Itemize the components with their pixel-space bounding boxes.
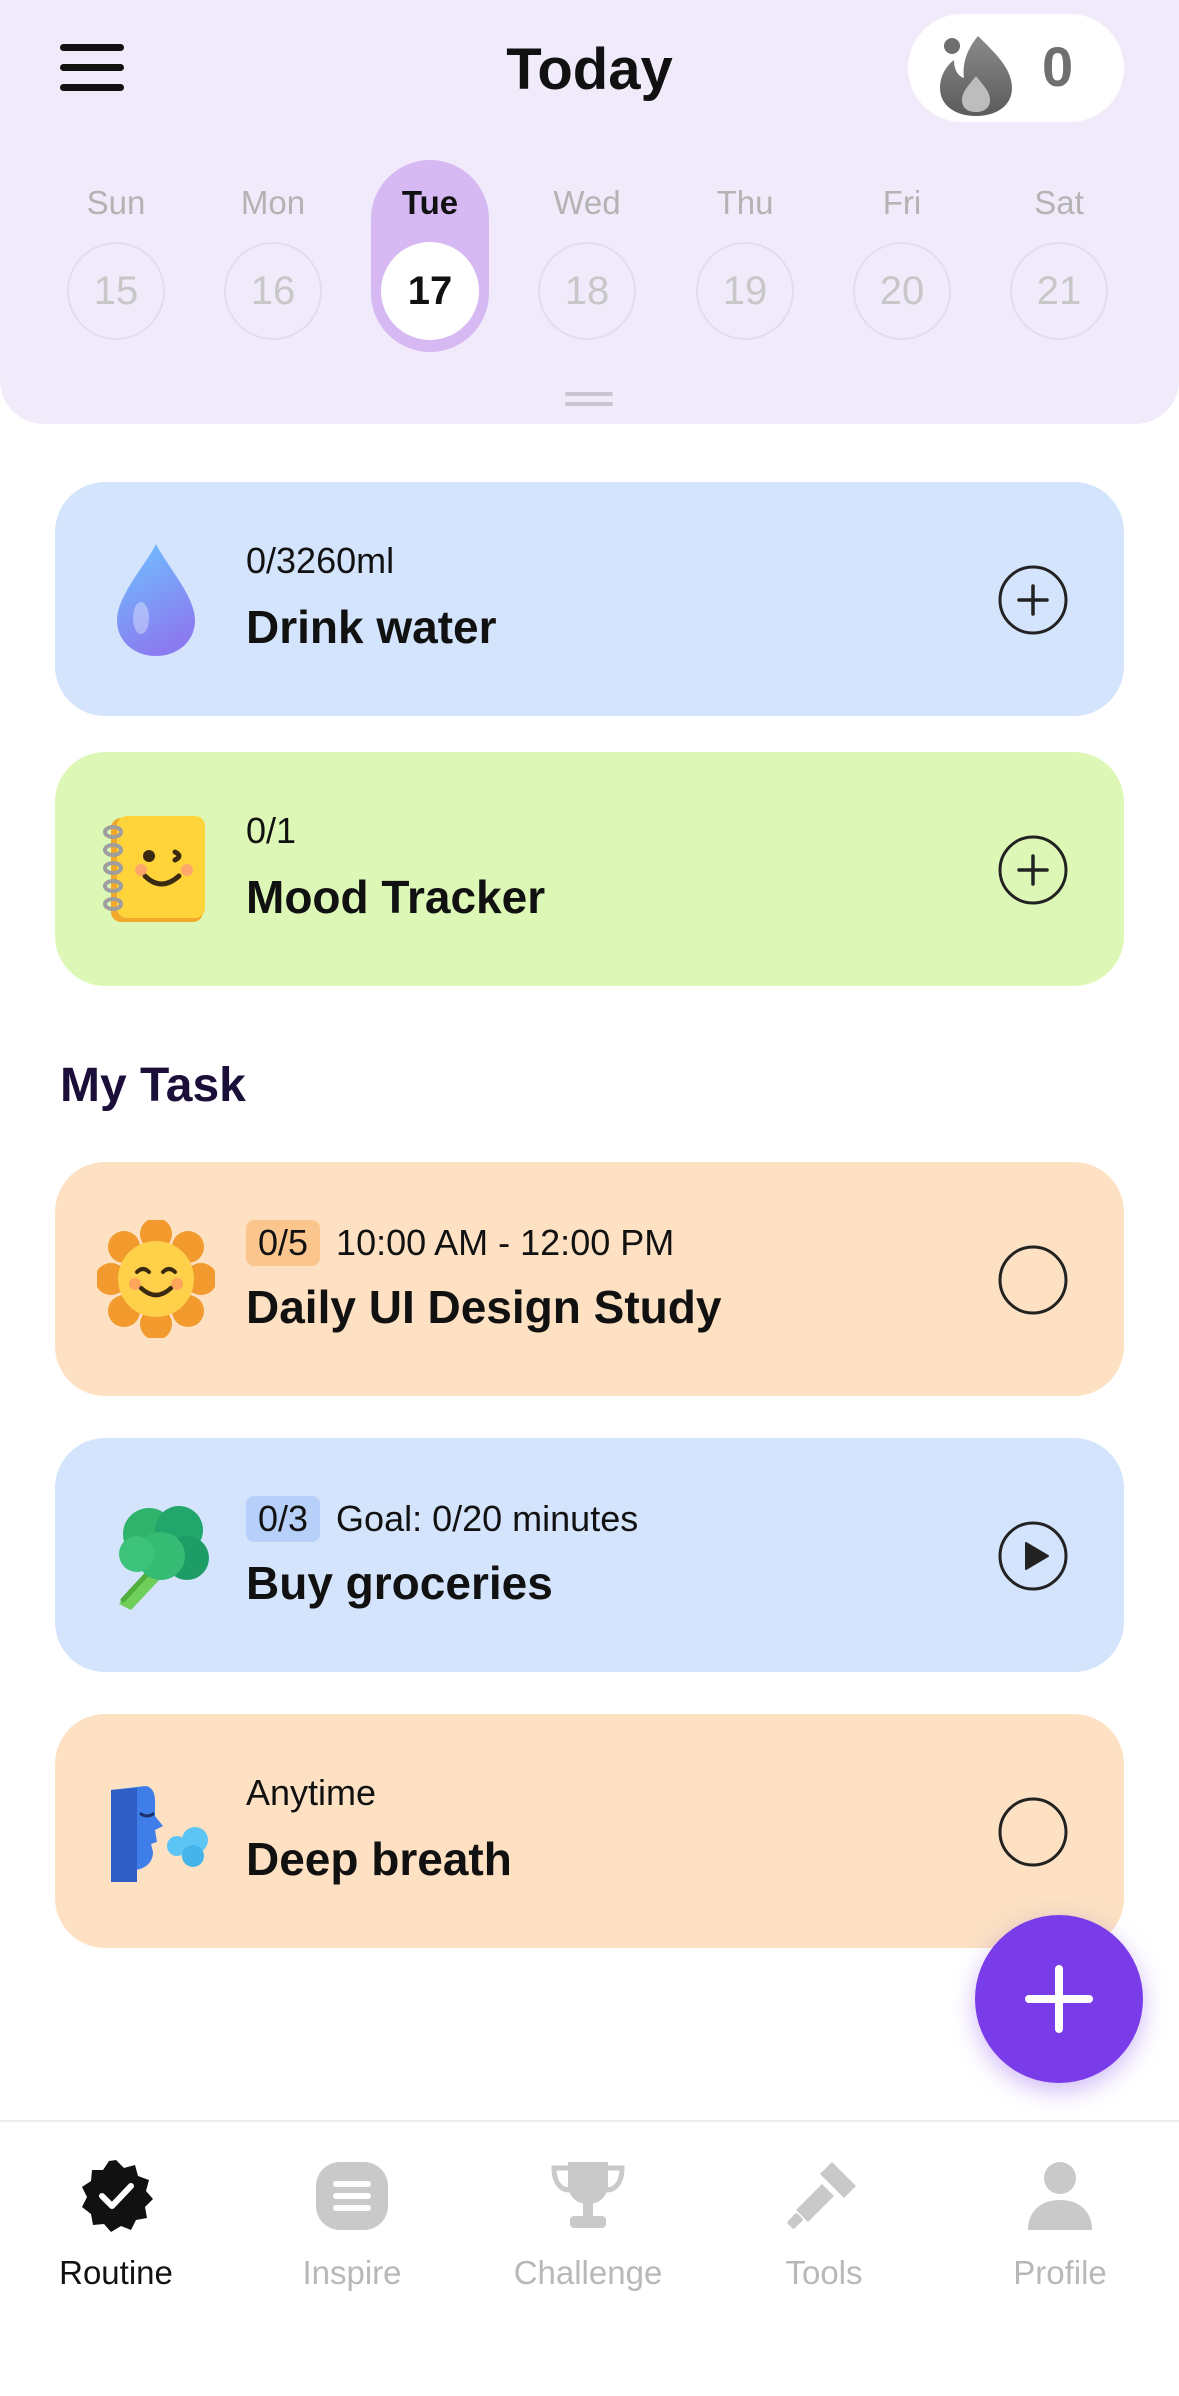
day-date: 17 (381, 242, 479, 340)
day-sun[interactable]: Sun 15 (56, 160, 176, 360)
habit-progress-text: 0/1 (246, 810, 297, 851)
day-date: 18 (538, 242, 636, 340)
checkbox-circle-icon[interactable] (997, 1796, 1069, 1868)
task-progress-badge: 0/5 (246, 1220, 321, 1266)
add-task-button[interactable] (975, 1915, 1143, 2083)
nav-label: Routine (59, 2254, 173, 2291)
task-card-daily-ui[interactable]: 0/5 10:00 AM - 12:00 PM Daily UI Design … (55, 1162, 1124, 1396)
habit-name: Drink water (246, 601, 497, 653)
nav-label: Profile (1013, 2254, 1107, 2291)
checkbox-circle-icon[interactable] (997, 1244, 1069, 1316)
check-badge-icon (82, 2160, 153, 2232)
habit-name: Mood Tracker (246, 871, 546, 923)
person-icon (1028, 2162, 1092, 2230)
add-circle-icon[interactable] (997, 834, 1069, 906)
task-meta: Anytime (246, 1772, 376, 1814)
day-mon[interactable]: Mon 16 (213, 160, 333, 360)
day-thu[interactable]: Thu 19 (685, 160, 805, 360)
notebook-emoji-icon (103, 816, 205, 922)
nav-item-routine[interactable]: Routine (16, 2158, 216, 2291)
task-name: Buy groceries (246, 1557, 553, 1609)
habit-progress-text: 0/3260ml (246, 540, 395, 581)
day-name: Mon (240, 184, 306, 221)
section-title-my-task: My Task (60, 1059, 246, 1112)
day-date: 21 (1010, 242, 1108, 340)
task-name: Deep breath (246, 1833, 512, 1885)
nav-item-tools[interactable]: Tools (724, 2158, 924, 2291)
day-date: 16 (224, 242, 322, 340)
nav-label: Inspire (302, 2254, 402, 2291)
habit-card-mood-tracker[interactable]: 0/1 Mood Tracker (55, 752, 1124, 986)
habit-progress: 0/3260ml (246, 540, 394, 582)
nav-item-inspire[interactable]: Inspire (252, 2158, 452, 2291)
task-detail: 10:00 AM - 12:00 PM (336, 1222, 675, 1263)
day-wed[interactable]: Wed 18 (527, 160, 647, 360)
habit-progress: 0/1 (246, 810, 296, 852)
day-name: Fri (882, 184, 922, 221)
add-circle-icon[interactable] (997, 564, 1069, 636)
day-tue-selected[interactable]: Tue 17 (370, 160, 490, 360)
day-name: Wed (553, 184, 621, 221)
task-meta: 0/5 10:00 AM - 12:00 PM (246, 1220, 674, 1266)
inspire-icon (316, 2162, 388, 2230)
water-drop-icon (117, 544, 195, 656)
day-name: Sat (1034, 184, 1084, 221)
tools-icon (787, 2162, 856, 2229)
task-card-buy-groceries[interactable]: 0/3 Goal: 0/20 minutes Buy groceries (55, 1438, 1124, 1672)
header: Today 0 Sun 15 Mon 16 Tue 17 Wed 18 Thu … (0, 0, 1179, 424)
play-circle-icon[interactable] (997, 1520, 1069, 1592)
face-exhaling-icon (111, 1786, 208, 1882)
day-name: Tue (401, 184, 459, 221)
task-detail: Goal: 0/20 minutes (336, 1498, 639, 1539)
plus-icon (1025, 1965, 1093, 2033)
task-detail: Anytime (246, 1772, 377, 1813)
day-date: 15 (67, 242, 165, 340)
streak-counter[interactable]: 0 (908, 14, 1124, 122)
trophy-icon (551, 2162, 625, 2228)
day-date: 20 (853, 242, 951, 340)
smiling-sun-icon (97, 1220, 215, 1338)
day-name: Thu (716, 184, 774, 221)
flame-icon (940, 36, 1012, 116)
nav-label: Tools (785, 2254, 863, 2291)
task-name: Daily UI Design Study (246, 1281, 722, 1333)
task-card-deep-breath[interactable]: Anytime Deep breath (55, 1714, 1124, 1948)
nav-label: Challenge (513, 2254, 663, 2291)
nav-item-profile[interactable]: Profile (960, 2158, 1160, 2291)
habit-card-drink-water[interactable]: 0/3260ml Drink water (55, 482, 1124, 716)
day-fri[interactable]: Fri 20 (842, 160, 962, 360)
task-meta: 0/3 Goal: 0/20 minutes (246, 1496, 638, 1542)
day-sat[interactable]: Sat 21 (999, 160, 1119, 360)
nav-item-challenge[interactable]: Challenge (488, 2158, 688, 2291)
task-progress-badge: 0/3 (246, 1496, 321, 1542)
week-day-selector: Sun 15 Mon 16 Tue 17 Wed 18 Thu 19 Fri 2… (0, 160, 1179, 360)
broccoli-icon (119, 1506, 209, 1610)
day-name: Sun (86, 184, 146, 221)
day-date: 19 (696, 242, 794, 340)
streak-count: 0 (1042, 35, 1074, 98)
bottom-navigation: Routine Inspire Challenge Tools Profile (0, 2120, 1179, 2396)
drag-handle[interactable] (565, 392, 613, 408)
